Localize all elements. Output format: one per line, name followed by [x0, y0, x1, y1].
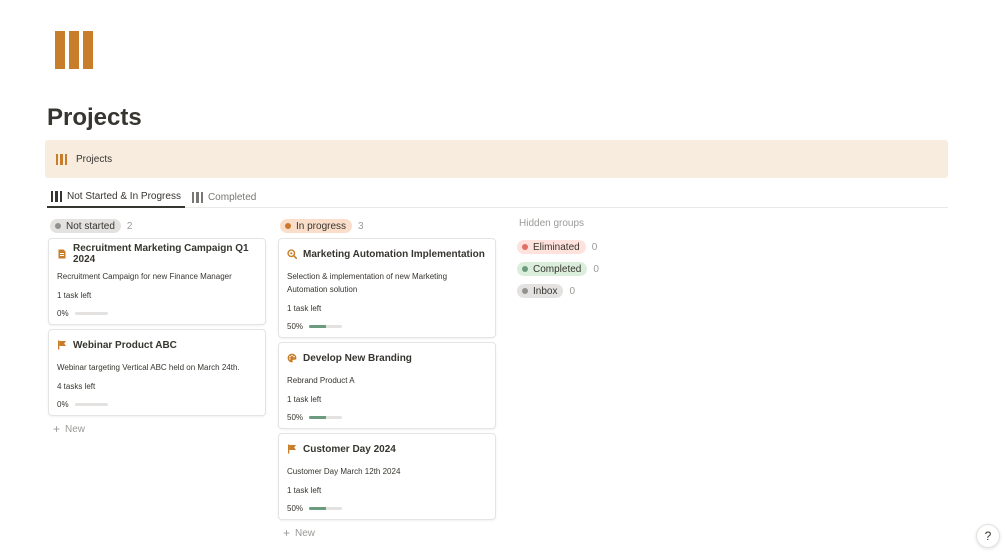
hidden-group-inbox[interactable]: Inbox 0 [517, 284, 657, 298]
progress-label: 0% [57, 400, 69, 409]
progress-bar [74, 403, 108, 406]
page-title: Projects [47, 104, 142, 131]
status-dot [522, 244, 528, 250]
card-title-row: Customer Day 2024 [287, 442, 487, 456]
column-header: In progress 3 [278, 218, 496, 234]
new-card-button[interactable]: + New [48, 422, 266, 436]
card-title: Recruitment Marketing Campaign Q1 2024 [73, 243, 249, 265]
tab-label: Not Started & In Progress [67, 190, 181, 202]
tab-not-started-in-progress[interactable]: Not Started & In Progress [47, 186, 185, 208]
progress-bar [309, 325, 343, 328]
progress: 50% [287, 322, 487, 331]
hidden-groups: Hidden groups Eliminated 0 Completed 0 I… [517, 218, 657, 298]
card-tasks-left: 1 task left [287, 395, 322, 404]
callout-label: Projects [76, 153, 113, 165]
new-label: New [65, 423, 86, 435]
progress-label: 50% [287, 322, 304, 331]
card-title-row: Recruitment Marketing Campaign Q1 2024 [57, 243, 257, 265]
board-column-not-started: Not started 2 Recruitment Marketing Camp… [48, 218, 266, 436]
status-label: Completed [533, 263, 582, 275]
search-gear-icon [287, 249, 297, 259]
columns-icon [56, 153, 67, 165]
status-dot [55, 223, 61, 229]
column-header: Not started 2 [48, 218, 266, 234]
plus-icon: + [283, 526, 291, 540]
progress-bar-fill [309, 507, 326, 510]
status-label: Not started [66, 220, 115, 232]
status-label: Inbox [533, 285, 558, 297]
project-card[interactable]: Webinar Product ABC Webinar targeting Ve… [48, 329, 266, 416]
progress: 50% [287, 504, 487, 513]
progress: 0% [57, 309, 257, 318]
card-tasks-left: 4 tasks left [57, 382, 96, 391]
progress-bar-fill [309, 325, 326, 328]
status-dot [522, 266, 528, 272]
column-count: 3 [358, 220, 364, 232]
tab-completed[interactable]: Completed [188, 186, 260, 208]
card-description: Recruitment Campaign for new Finance Man… [57, 272, 232, 281]
new-card-button[interactable]: + New [278, 526, 496, 540]
page-icon-columns[interactable] [55, 31, 93, 69]
progress-bar [309, 507, 343, 510]
card-title: Webinar Product ABC [73, 339, 177, 351]
progress-label: 50% [287, 504, 304, 513]
board-icon [191, 191, 203, 203]
card-title-row: Webinar Product ABC [57, 338, 257, 352]
card-tasks-left: 1 task left [287, 486, 322, 495]
status-pill-in-progress[interactable]: In progress [280, 219, 353, 233]
view-tabs: Not Started & In Progress Completed [47, 186, 948, 208]
status-dot [285, 223, 291, 229]
progress: 50% [287, 413, 487, 422]
callout-projects[interactable]: Projects [45, 140, 948, 178]
group-count: 0 [569, 285, 576, 297]
progress-bar [74, 312, 108, 315]
board-column-in-progress: In progress 3 Marketing Automation Imple… [278, 218, 496, 540]
palette-icon [287, 353, 297, 363]
help-button[interactable]: ? [976, 524, 1000, 548]
column-count: 2 [126, 220, 133, 232]
status-pill-completed[interactable]: Completed [517, 262, 588, 276]
progress-bar-fill [309, 416, 326, 419]
progress-label: 50% [287, 413, 304, 422]
group-count: 0 [591, 241, 598, 253]
card-title: Customer Day 2024 [303, 443, 396, 455]
status-dot [522, 288, 528, 294]
card-title: Develop New Branding [303, 352, 412, 364]
hidden-group-completed[interactable]: Completed 0 [517, 262, 657, 276]
card-title: Marketing Automation Implementation [303, 248, 485, 260]
status-pill-inbox[interactable]: Inbox [517, 284, 564, 298]
card-title-row: Develop New Branding [287, 351, 487, 365]
status-label: Eliminated [533, 241, 580, 253]
board-icon [51, 190, 62, 202]
document-icon [58, 249, 66, 259]
project-card[interactable]: Develop New Branding Rebrand Product A 1… [278, 342, 496, 429]
status-pill-not-started[interactable]: Not started [50, 219, 121, 233]
hidden-group-eliminated[interactable]: Eliminated 0 [517, 240, 657, 254]
progress: 0% [57, 400, 257, 409]
card-description: Selection & implementation of new Market… [287, 272, 448, 294]
project-card[interactable]: Marketing Automation Implementation Sele… [278, 238, 496, 338]
card-description: Rebrand Product A [287, 376, 355, 385]
progress-bar [309, 416, 343, 419]
tab-label: Completed [207, 191, 257, 203]
new-label: New [295, 527, 316, 539]
card-tasks-left: 1 task left [287, 304, 322, 313]
plus-icon: + [53, 422, 61, 436]
status-label: In progress [296, 220, 347, 232]
card-tasks-left: 1 task left [57, 291, 92, 300]
group-count: 0 [593, 263, 599, 275]
hidden-groups-title: Hidden groups [519, 218, 585, 229]
project-card[interactable]: Recruitment Marketing Campaign Q1 2024 R… [48, 238, 266, 325]
status-pill-eliminated[interactable]: Eliminated [517, 240, 586, 254]
project-card[interactable]: Customer Day 2024 Customer Day March 12t… [278, 433, 496, 520]
flag-icon [58, 340, 66, 350]
card-description: Webinar targeting Vertical ABC held on M… [57, 363, 240, 372]
flag-icon [288, 444, 296, 454]
card-description: Customer Day March 12th 2024 [287, 467, 401, 476]
card-title-row: Marketing Automation Implementation [287, 247, 487, 261]
progress-label: 0% [57, 309, 69, 318]
